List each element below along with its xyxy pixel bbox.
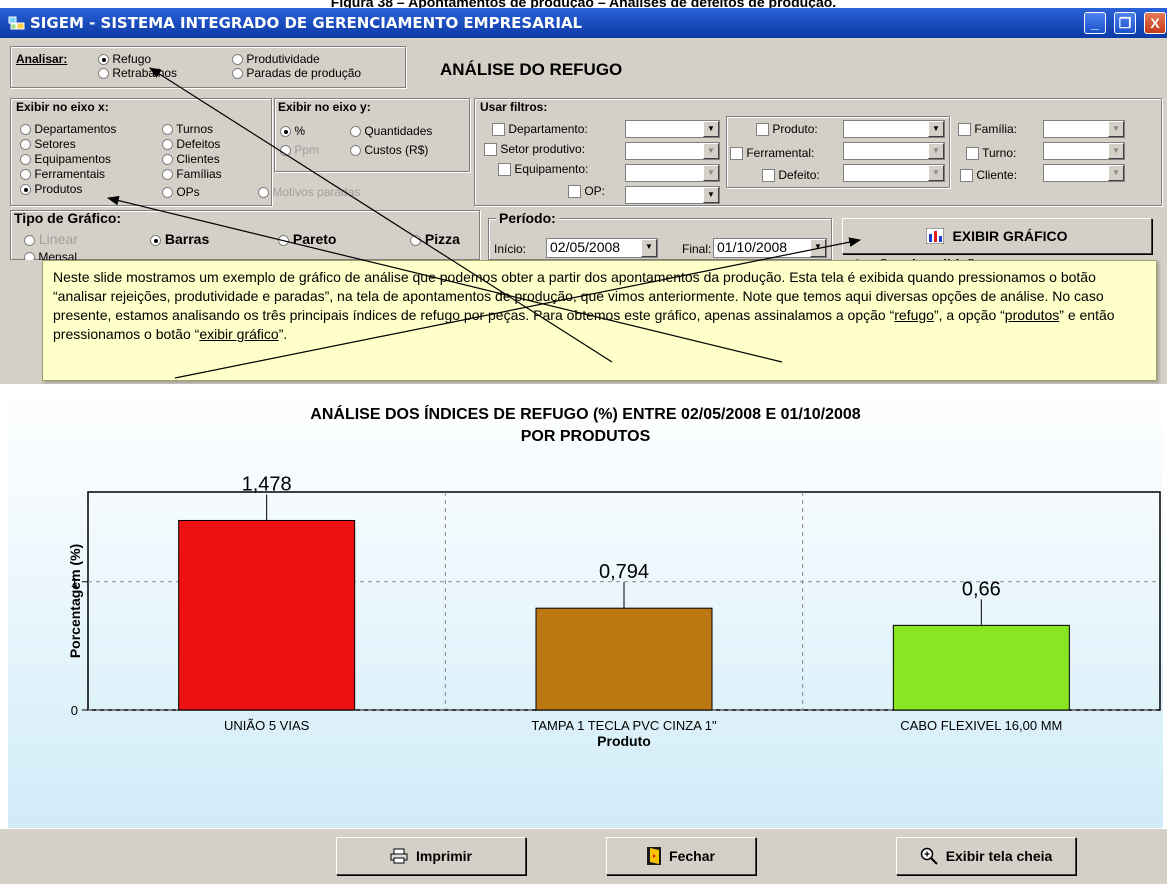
arrow-to-refugo [148,67,613,363]
fechar-label: Fechar [669,848,715,864]
arrow-to-produtos [106,195,783,363]
tela-cheia-label: Exibir tela cheia [945,848,1053,864]
bar-chart: 011,478UNIÃO 5 VIAS0,794TAMPA 1 TECLA PV… [67,473,1161,749]
bar-2 [535,607,713,711]
data-label: 0,66 [962,578,1001,600]
bottom-toolbar: Imprimir Fechar Exibir tela cheia [0,828,1167,884]
y-axis-label: Porcentagem (%) [67,544,83,658]
x-axis-label: Produto [597,733,651,749]
data-label: 1,478 [242,473,292,495]
imprimir-button[interactable]: Imprimir [336,837,526,875]
printer-icon [390,848,408,864]
x-tick-label: CABO FLEXIVEL 16,00 MM [900,718,1062,733]
fechar-button[interactable]: Fechar [606,837,756,875]
data-label: 0,794 [599,561,649,583]
door-exit-icon [647,847,662,865]
bar-3 [892,624,1070,711]
imprimir-label: Imprimir [415,848,472,864]
y-tick-label: 0 [71,703,78,718]
x-tick-label: UNIÃO 5 VIAS [224,718,310,733]
zoom-icon [920,847,938,865]
x-tick-label: TAMPA 1 TECLA PVC CINZA 1" [531,718,717,733]
tela-cheia-button[interactable]: Exibir tela cheia [896,837,1076,875]
bar-1 [178,519,356,711]
arrow-to-exibir-grafico [174,237,862,379]
chart-area: ANÁLISE DOS ÍNDICES DE REFUGO (%) ENTRE … [8,384,1163,828]
